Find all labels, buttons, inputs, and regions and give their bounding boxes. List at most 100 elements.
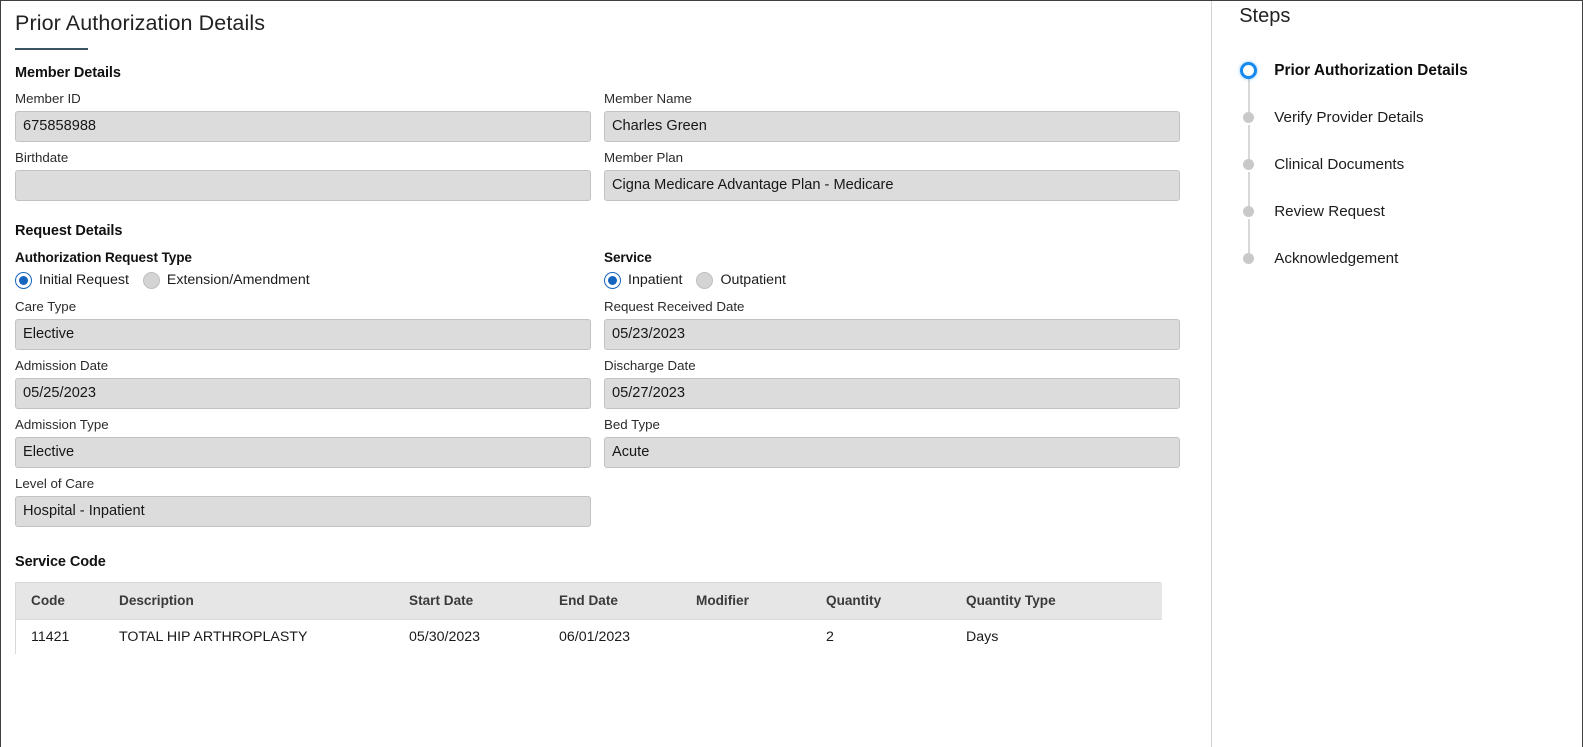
step-label-review-request: Review Request [1274,203,1385,220]
discharge-date-input[interactable]: 05/27/2023 [604,377,1180,409]
cell-description: TOTAL HIP ARTHROPLASTY [119,619,409,654]
step-connector-line [1248,125,1250,159]
step-verify-provider-details[interactable]: Verify Provider Details [1239,106,1582,159]
step-label-clinical-documents: Clinical Documents [1274,156,1405,173]
step-connector-line [1248,78,1250,112]
column-header-quantity: Quantity [826,582,966,620]
step-label-verify-provider-details: Verify Provider Details [1274,109,1424,126]
level-of-care-input[interactable]: Hospital - Inpatient [15,495,591,527]
admission-date-input[interactable]: 05/25/2023 [15,377,591,409]
bed-type-label: Bed Type [604,416,660,432]
admission-type-input[interactable]: Elective [15,436,591,468]
cell-start-date: 05/30/2023 [409,619,559,654]
member-name-input[interactable]: Charles Green [604,110,1180,142]
bed-type-input[interactable]: Acute [604,436,1180,468]
step-pending-dot-icon [1243,112,1255,123]
radio-initial-request-mark[interactable] [15,271,32,289]
step-review-request[interactable]: Review Request [1239,200,1582,253]
member-details-grid: Member ID 675858988 Birthdate Member Nam… [15,90,1180,208]
step-acknowledgement[interactable]: Acknowledgement [1239,247,1582,294]
radio-inpatient-label: Inpatient [628,272,683,289]
member-name-label: Member Name [604,90,692,106]
radio-inpatient-mark[interactable] [604,271,621,289]
table-row[interactable]: 11421 TOTAL HIP ARTHROPLASTY 05/30/2023 … [16,619,1162,654]
field-birthdate: Birthdate [15,149,591,201]
service-label: Service [604,249,652,265]
radio-extension-amendment-mark[interactable] [142,271,160,289]
radio-initial-request-label: Initial Request [39,272,129,289]
request-received-date-input[interactable]: 05/23/2023 [604,318,1180,350]
field-admission-date: Admission Date 05/25/2023 [15,357,591,409]
service-code-table-wrapper: Code Description Start Date End Date Mod… [15,581,1162,654]
steps-panel: Steps Prior Authorization Details Verify… [1211,1,1582,747]
steps-list: Prior Authorization Details Verify Provi… [1239,59,1582,294]
request-received-date-label: Request Received Date [604,298,745,314]
field-member-plan: Member Plan Cigna Medicare Advantage Pla… [604,149,1180,201]
column-header-start-date: Start Date [409,582,559,620]
auth-request-type-options: Initial Request Extension/Amendment [15,269,591,292]
step-pending-dot-icon [1243,159,1255,170]
service-code-table: Code Description Start Date End Date Mod… [16,582,1162,654]
steps-title: Steps [1239,5,1291,27]
field-care-type: Care Type Elective [15,298,591,350]
request-details-radio-row: Authorization Request Type Initial Reque… [15,250,1180,292]
step-pending-dot-icon [1243,206,1255,217]
column-header-description: Description [119,582,409,620]
title-underline [15,47,88,50]
admission-date-label: Admission Date [15,357,109,373]
level-of-care-label: Level of Care [15,475,95,491]
field-request-received-date: Request Received Date 05/23/2023 [604,298,1180,350]
column-header-code: Code [16,582,119,620]
prior-authorization-page: Prior Authorization Details Member Detai… [0,0,1583,747]
column-header-quantity-type: Quantity Type [966,582,1162,620]
field-level-of-care: Level of Care Hospital - Inpatient [15,475,591,527]
member-details-heading: Member Details [15,64,121,81]
radio-outpatient-label: Outpatient [720,272,786,289]
admission-type-label: Admission Type [15,416,109,432]
member-details-left-column: Member ID 675858988 Birthdate [15,90,591,208]
member-id-input[interactable]: 675858988 [15,110,591,142]
step-active-dot-icon [1240,62,1258,79]
cell-quantity-type: Days [966,619,1162,654]
field-discharge-date: Discharge Date 05/27/2023 [604,357,1180,409]
field-admission-type: Admission Type Elective [15,416,591,468]
page-title: Prior Authorization Details [15,11,266,35]
radio-outpatient[interactable]: Outpatient [696,271,786,289]
step-label-prior-authorization-details: Prior Authorization Details [1274,62,1468,79]
auth-request-type-label: Authorization Request Type [15,249,192,265]
cell-quantity: 2 [826,619,966,654]
request-details-heading: Request Details [15,222,123,239]
step-pending-dot-icon [1243,253,1255,264]
request-details-right-column: Request Received Date 05/23/2023 Dischar… [604,298,1180,534]
auth-request-type-group: Authorization Request Type Initial Reque… [15,250,591,292]
step-clinical-documents[interactable]: Clinical Documents [1239,153,1582,206]
birthdate-input[interactable] [15,169,591,201]
service-code-heading: Service Code [15,553,106,570]
cell-modifier [696,619,826,654]
care-type-input[interactable]: Elective [15,318,591,350]
request-details-grid: Care Type Elective Admission Date 05/25/… [15,298,1180,534]
service-code-table-head: Code Description Start Date End Date Mod… [16,582,1162,620]
member-plan-input[interactable]: Cigna Medicare Advantage Plan - Medicare [604,169,1180,201]
radio-extension-amendment[interactable]: Extension/Amendment [142,271,310,289]
discharge-date-label: Discharge Date [604,357,696,373]
service-options: Inpatient Outpatient [604,269,1180,292]
member-id-label: Member ID [15,90,81,106]
member-plan-label: Member Plan [604,149,684,165]
step-marker-1 [1239,59,1258,112]
column-header-modifier: Modifier [696,582,826,620]
field-member-name: Member Name Charles Green [604,90,1180,142]
service-group: Service Inpatient Outpatient [604,250,1180,292]
birthdate-label: Birthdate [15,149,69,165]
column-header-end-date: End Date [559,582,696,620]
service-code-table-body: 11421 TOTAL HIP ARTHROPLASTY 05/30/2023 … [16,619,1162,654]
step-connector-line [1248,219,1250,253]
step-prior-authorization-details[interactable]: Prior Authorization Details [1239,59,1582,112]
cell-end-date: 06/01/2023 [559,619,696,654]
step-connector-line [1248,172,1250,206]
radio-outpatient-mark[interactable] [696,271,714,289]
radio-inpatient[interactable]: Inpatient [604,271,683,289]
main-content: Prior Authorization Details Member Detai… [1,1,1212,747]
care-type-label: Care Type [15,298,77,314]
radio-initial-request[interactable]: Initial Request [15,271,129,289]
